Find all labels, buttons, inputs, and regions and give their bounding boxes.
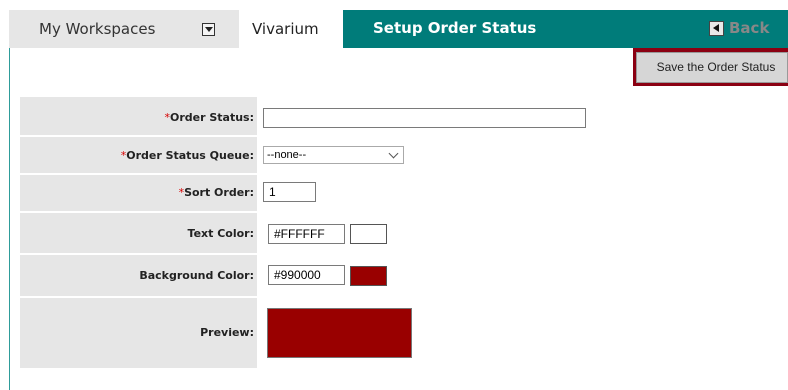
back-button-label: Back (729, 19, 770, 37)
background-color-input[interactable] (268, 265, 345, 285)
order-status-label-text: Order Status: (169, 111, 254, 124)
save-order-status-button[interactable]: Save the Order Status (636, 52, 788, 83)
order-status-label: *Order Status: (164, 111, 254, 124)
text-color-swatch[interactable] (350, 224, 387, 244)
background-color-label: Background Color: (139, 269, 254, 282)
tab-vivarium[interactable]: Vivarium (242, 10, 342, 48)
tab-vivarium-label: Vivarium (252, 20, 319, 38)
order-status-queue-select[interactable]: --none-- (263, 146, 404, 164)
tab-my-workspaces-label: My Workspaces (39, 20, 156, 38)
row-divider (20, 135, 257, 137)
row-divider (20, 211, 257, 213)
chevron-down-icon[interactable] (202, 23, 215, 36)
sort-order-label: *Sort Order: (179, 186, 254, 199)
order-status-queue-label: *Order Status Queue: (121, 149, 254, 162)
arrow-left-icon (709, 21, 724, 36)
preview-label: Preview: (200, 326, 254, 339)
sort-order-label-text: Sort Order: (184, 186, 254, 199)
top-navigation: My Workspaces Vivarium Setup Order Statu… (0, 0, 788, 48)
order-status-input[interactable] (263, 108, 586, 128)
row-divider (20, 296, 257, 298)
sort-order-input[interactable] (263, 182, 316, 202)
background-color-swatch[interactable] (350, 266, 387, 286)
order-status-preview (267, 308, 412, 358)
page-title: Setup Order Status (373, 19, 537, 37)
text-color-input[interactable] (268, 224, 345, 244)
tab-my-workspaces[interactable]: My Workspaces (9, 10, 239, 48)
order-status-queue-label-text: Order Status Queue: (126, 149, 254, 162)
row-divider (20, 253, 257, 255)
left-border (9, 48, 10, 390)
chevron-down-icon (388, 148, 399, 159)
order-status-queue-value: --none-- (267, 149, 307, 161)
text-color-label: Text Color: (187, 227, 254, 240)
page-header: Setup Order Status Back (343, 10, 788, 48)
row-divider (20, 173, 257, 175)
